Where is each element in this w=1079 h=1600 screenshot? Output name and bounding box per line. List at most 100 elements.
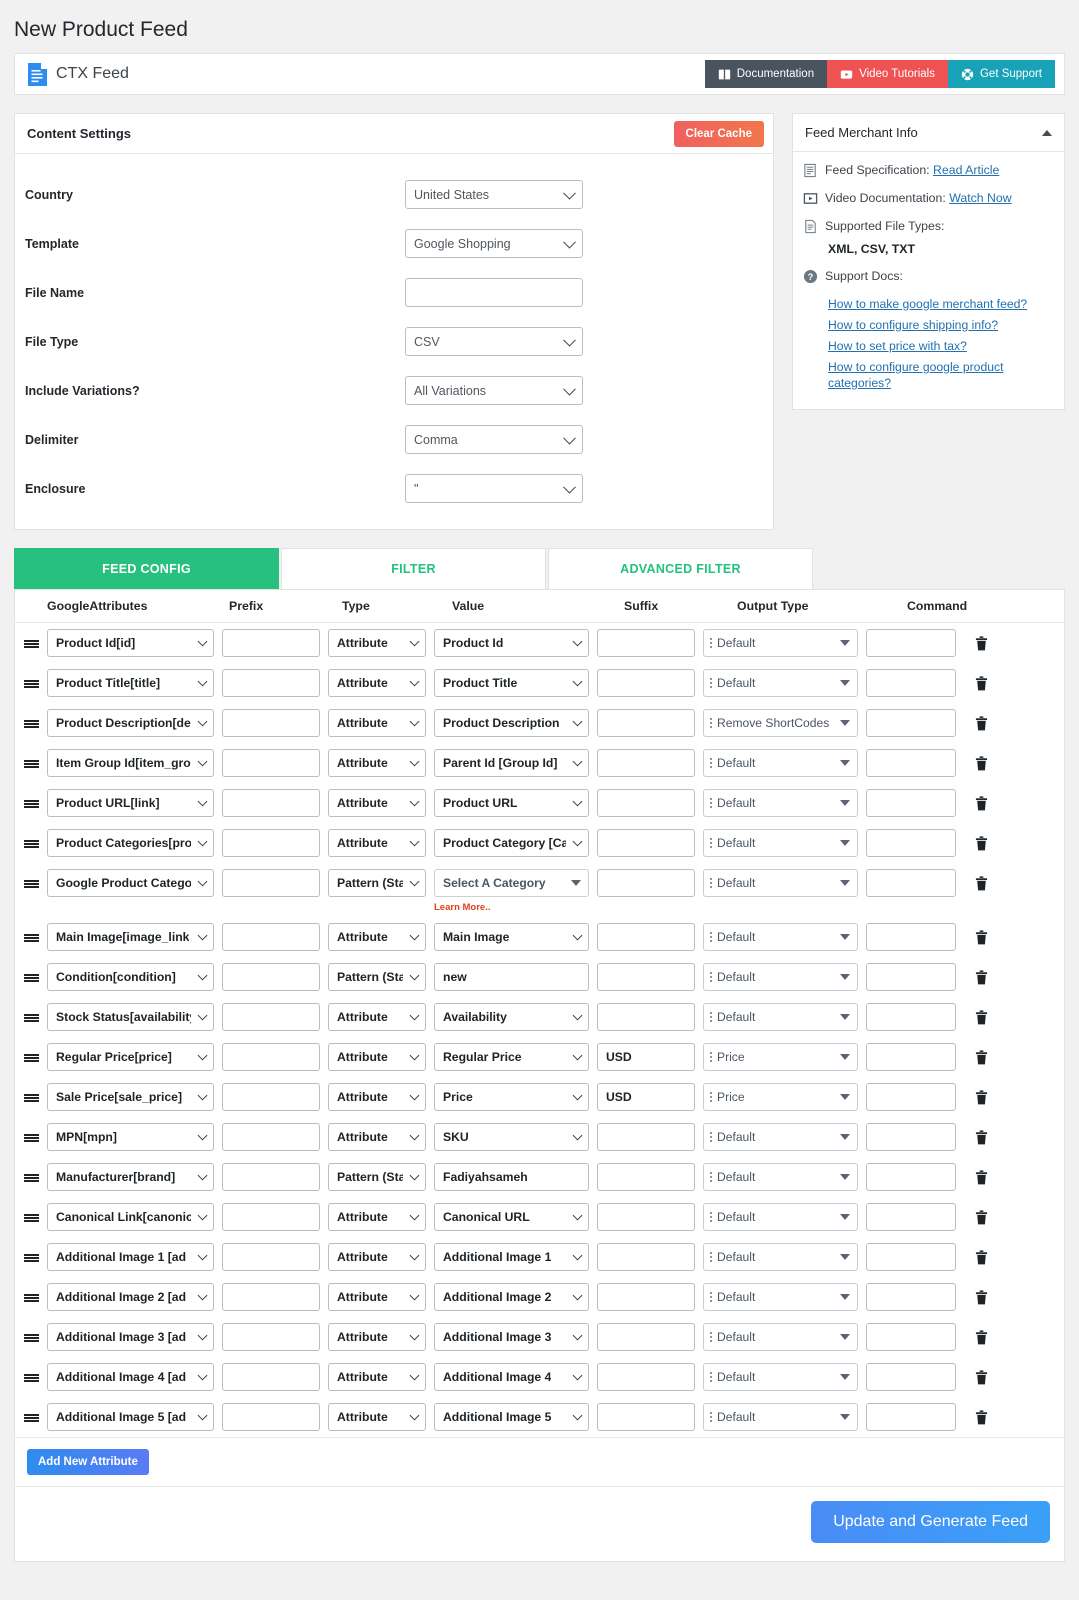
type-select[interactable]: Attribute: [328, 1363, 426, 1392]
suffix-input[interactable]: [597, 1403, 695, 1432]
drag-handle-icon[interactable]: [15, 1123, 47, 1143]
suffix-input[interactable]: [597, 1323, 695, 1352]
category-picker[interactable]: Select A Category: [434, 869, 589, 898]
suffix-input[interactable]: [597, 709, 695, 738]
tab-advanced-filter[interactable]: ADVANCED FILTER: [548, 548, 813, 590]
support-doc-link[interactable]: How to configure shipping info?: [828, 317, 1052, 333]
command-input[interactable]: [866, 709, 956, 738]
output-type-select[interactable]: Default: [703, 1283, 858, 1312]
chevron-up-icon[interactable]: [1042, 129, 1052, 136]
command-input[interactable]: [866, 669, 956, 698]
drag-handle-icon[interactable]: [15, 1323, 47, 1343]
prefix-input[interactable]: [222, 1003, 320, 1032]
command-input[interactable]: [866, 629, 956, 658]
output-type-select[interactable]: Default: [703, 1163, 858, 1192]
video-tutorials-button[interactable]: Video Tutorials: [827, 60, 948, 89]
drag-handle-icon[interactable]: [15, 829, 47, 849]
type-select[interactable]: Attribute: [328, 1123, 426, 1152]
delete-row-button[interactable]: [964, 869, 998, 891]
support-doc-link[interactable]: How to make google merchant feed?: [828, 296, 1052, 312]
output-type-select[interactable]: Default: [703, 789, 858, 818]
suffix-input[interactable]: [597, 1123, 695, 1152]
watch-now-link[interactable]: Watch Now: [949, 191, 1011, 205]
command-input[interactable]: [866, 1283, 956, 1312]
command-input[interactable]: [866, 1403, 956, 1432]
suffix-input[interactable]: [597, 669, 695, 698]
drag-handle-icon[interactable]: [15, 1163, 47, 1183]
clear-cache-button[interactable]: Clear Cache: [673, 120, 764, 147]
delete-row-button[interactable]: [964, 1363, 998, 1385]
output-type-select[interactable]: Default: [703, 1323, 858, 1352]
type-select[interactable]: Attribute: [328, 669, 426, 698]
output-type-select[interactable]: Price: [703, 1083, 858, 1112]
output-type-select[interactable]: Default: [703, 1203, 858, 1232]
attribute-select[interactable]: Product Categories[pro: [47, 829, 214, 858]
value-select[interactable]: Parent Id [Group Id]: [434, 749, 589, 778]
delete-row-button[interactable]: [964, 749, 998, 771]
suffix-input[interactable]: [597, 749, 695, 778]
drag-handle-icon[interactable]: [15, 963, 47, 983]
command-input[interactable]: [866, 1243, 956, 1272]
delete-row-button[interactable]: [964, 1283, 998, 1305]
attribute-select[interactable]: Product URL[link]: [47, 789, 214, 818]
value-select[interactable]: Additional Image 2: [434, 1283, 589, 1312]
attribute-select[interactable]: Regular Price[price]: [47, 1043, 214, 1072]
suffix-input[interactable]: [597, 963, 695, 992]
prefix-input[interactable]: [222, 1163, 320, 1192]
output-type-select[interactable]: Remove ShortCodes: [703, 709, 858, 738]
attribute-select[interactable]: Additional Image 4 [ad: [47, 1363, 214, 1392]
drag-handle-icon[interactable]: [15, 869, 47, 889]
type-select[interactable]: Attribute: [328, 1203, 426, 1232]
value-select[interactable]: Product Id: [434, 629, 589, 658]
type-select[interactable]: Pattern (Sta: [328, 963, 426, 992]
command-input[interactable]: [866, 1363, 956, 1392]
drag-handle-icon[interactable]: [15, 629, 47, 649]
drag-handle-icon[interactable]: [15, 1003, 47, 1023]
field-control[interactable]: Comma: [405, 425, 583, 455]
documentation-button[interactable]: Documentation: [704, 60, 828, 89]
value-input[interactable]: new: [434, 963, 589, 992]
type-select[interactable]: Pattern (Sta: [328, 1163, 426, 1192]
drag-handle-icon[interactable]: [15, 669, 47, 689]
suffix-input[interactable]: [597, 1203, 695, 1232]
command-input[interactable]: [866, 1043, 956, 1072]
prefix-input[interactable]: [222, 669, 320, 698]
support-doc-link[interactable]: How to configure google product categori…: [828, 359, 1052, 391]
delete-row-button[interactable]: [964, 789, 998, 811]
value-select[interactable]: Product Description: [434, 709, 589, 738]
value-select[interactable]: Product URL: [434, 789, 589, 818]
attribute-select[interactable]: Additional Image 2 [ad: [47, 1283, 214, 1312]
suffix-input[interactable]: [597, 923, 695, 952]
prefix-input[interactable]: [222, 1403, 320, 1432]
prefix-input[interactable]: [222, 629, 320, 658]
output-type-select[interactable]: Price: [703, 1043, 858, 1072]
attribute-select[interactable]: Product Description[de: [47, 709, 214, 738]
output-type-select[interactable]: Default: [703, 1123, 858, 1152]
prefix-input[interactable]: [222, 923, 320, 952]
prefix-input[interactable]: [222, 1043, 320, 1072]
value-select[interactable]: Additional Image 4: [434, 1363, 589, 1392]
command-input[interactable]: [866, 1163, 956, 1192]
suffix-input[interactable]: [597, 829, 695, 858]
output-type-select[interactable]: Default: [703, 1243, 858, 1272]
type-select[interactable]: Attribute: [328, 1323, 426, 1352]
attribute-select[interactable]: Manufacturer[brand]: [47, 1163, 214, 1192]
command-input[interactable]: [866, 1323, 956, 1352]
command-input[interactable]: [866, 1003, 956, 1032]
tab-filter[interactable]: FILTER: [281, 548, 546, 590]
value-select[interactable]: Product Category [Ca: [434, 829, 589, 858]
drag-handle-icon[interactable]: [15, 1043, 47, 1063]
prefix-input[interactable]: [222, 1203, 320, 1232]
suffix-input[interactable]: [597, 1363, 695, 1392]
output-type-select[interactable]: Default: [703, 829, 858, 858]
drag-handle-icon[interactable]: [15, 1243, 47, 1263]
prefix-input[interactable]: [222, 1363, 320, 1392]
attribute-select[interactable]: Product Id[id]: [47, 629, 214, 658]
suffix-input[interactable]: [597, 869, 695, 898]
value-select[interactable]: Main Image: [434, 923, 589, 952]
prefix-input[interactable]: [222, 709, 320, 738]
type-select[interactable]: Attribute: [328, 1083, 426, 1112]
delete-row-button[interactable]: [964, 1043, 998, 1065]
prefix-input[interactable]: [222, 1283, 320, 1312]
attribute-select[interactable]: Additional Image 5 [ad: [47, 1403, 214, 1432]
